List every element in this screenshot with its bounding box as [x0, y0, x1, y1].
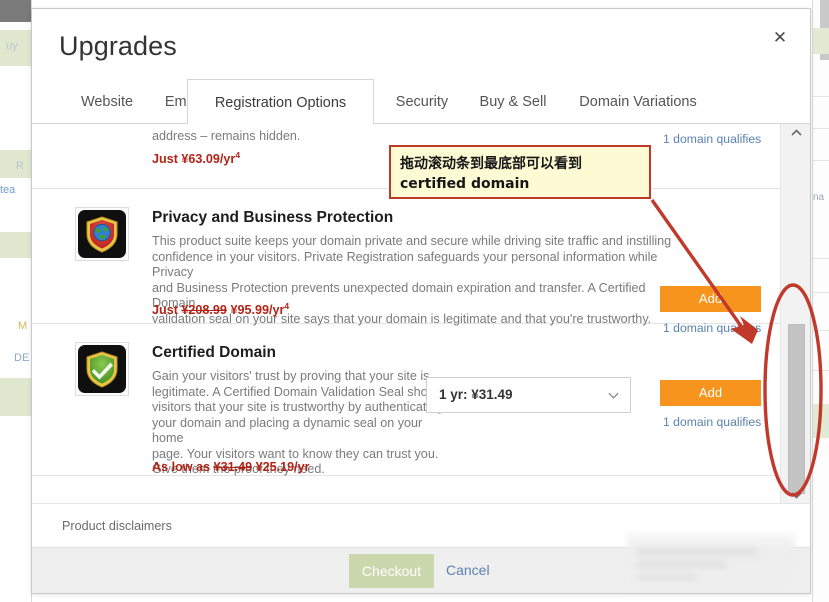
product-title: Privacy and Business Protection [152, 209, 394, 226]
price-footnote: 4 [284, 301, 290, 311]
product-price: As low as ¥31.49 ¥25.19/yr [152, 460, 310, 474]
product-disclaimers-link[interactable]: Product disclaimers [62, 519, 172, 533]
product-price: Just ¥63.09/yr4 [152, 150, 240, 166]
price-prefix: Just [152, 152, 178, 167]
tab-domain-variations[interactable]: Domain Variations [562, 79, 714, 124]
domain-qualifies-link[interactable]: 1 domain qualifies [663, 415, 761, 429]
product-description-line: Gain your visitors' trust by proving tha… [152, 369, 430, 383]
background-topbar [0, 0, 31, 22]
price-prefix: Just [152, 303, 178, 318]
product-list-scrollbar[interactable] [780, 124, 810, 503]
price-footnote: 4 [235, 150, 241, 160]
price-current: ¥25.19/yr [255, 460, 310, 474]
background-ghost-label: M [18, 320, 28, 332]
tab-buy-and-sell[interactable]: Buy & Sell [464, 79, 562, 124]
scroll-down-button[interactable] [781, 486, 810, 503]
scroll-up-button[interactable] [781, 124, 810, 141]
background-rule [813, 330, 829, 331]
table-row: Certified Domain Gain your visitors' tru… [32, 324, 780, 476]
blurred-overlay-region [627, 533, 795, 588]
price-current: ¥95.99/yr [230, 303, 285, 318]
background-rule [813, 258, 829, 259]
chevron-down-icon [791, 491, 802, 499]
term-select-value: 1 yr: ¥31.49 [439, 387, 513, 402]
price-original: ¥31.49 [213, 460, 253, 474]
background-ghost-label: DE [14, 352, 30, 364]
background-band [813, 28, 829, 54]
price-prefix: As low as [152, 460, 211, 474]
scrollbar-thumb[interactable] [788, 324, 805, 494]
background-band [0, 378, 31, 416]
background-rule [813, 96, 829, 97]
background-ghost-label: tea [0, 184, 16, 196]
background-rule [813, 370, 829, 371]
table-row: Privacy and Business Protection This pro… [32, 189, 780, 335]
product-description-line: This product suite keeps your domain pri… [152, 234, 672, 248]
tab-bar: Website Email Registration Options Secur… [32, 79, 810, 125]
chevron-down-icon [608, 392, 619, 399]
add-button[interactable]: Add [660, 286, 761, 312]
product-description-line: visitors that your site is trustworthy b… [152, 400, 444, 414]
chevron-up-icon [791, 128, 802, 136]
term-select[interactable]: 1 yr: ¥31.49 [426, 377, 631, 413]
background-ghost-label: na [813, 192, 825, 203]
product-description: address – remains hidden. [152, 129, 301, 143]
background-band [813, 404, 829, 438]
page-title: Upgrades [59, 31, 177, 61]
background-right-strip: na [812, 0, 829, 602]
annotation-text: 拖动滚动条到最底部可以看到certified domain [400, 156, 582, 192]
background-ghost-label: uy [6, 40, 18, 52]
shield-globe-glyph [86, 216, 118, 253]
product-description-line: your domain and placing a dynamic seal o… [152, 415, 423, 446]
background-rule [813, 128, 829, 129]
product-title: Certified Domain [152, 344, 277, 361]
tab-website[interactable]: Website [64, 79, 150, 124]
cancel-link[interactable]: Cancel [446, 562, 490, 578]
shield-check-glyph [86, 351, 118, 388]
product-price: Just ¥208.99 ¥95.99/yr4 [152, 301, 289, 317]
product-description-line: confidence in your visitors. Private Reg… [152, 249, 658, 280]
price-original: ¥208.99 [181, 303, 227, 318]
close-icon[interactable]: ✕ [767, 25, 793, 51]
background-rule [813, 160, 829, 161]
product-description-line: legitimate. A Certified Domain Validatio… [152, 384, 443, 399]
background-rule [813, 292, 829, 293]
shield-globe-icon [75, 207, 129, 261]
annotation-callout: 拖动滚动条到最底部可以看到certified domain [389, 145, 651, 199]
checkout-button[interactable]: Checkout [349, 554, 434, 588]
tab-registration-options[interactable]: Registration Options [187, 79, 374, 125]
background-band [0, 232, 31, 258]
upgrades-dialog: Upgrades ✕ Website Email Registration Op… [31, 8, 811, 594]
domain-qualifies-link[interactable]: 1 domain qualifies [663, 132, 761, 146]
tab-security[interactable]: Security [380, 79, 464, 124]
background-ghost-label: R [16, 160, 24, 172]
price-current: ¥63.09/yr [181, 152, 236, 167]
background-left-strip: uy R tea M DE [0, 0, 32, 602]
shield-check-icon [75, 342, 129, 396]
add-button[interactable]: Add [660, 380, 761, 406]
